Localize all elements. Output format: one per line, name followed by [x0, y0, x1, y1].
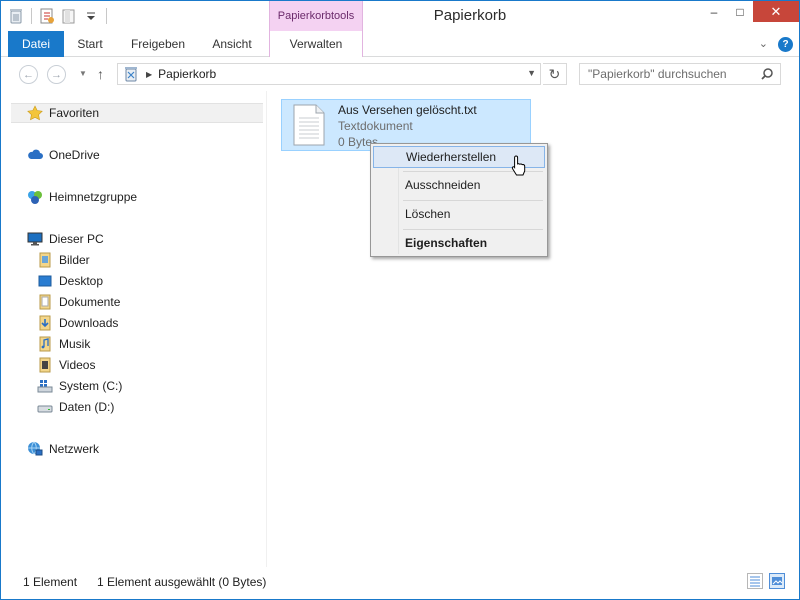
cloud-icon	[27, 147, 43, 163]
navigation-pane: Favoriten OneDrive Heimnetzgruppe Dieser…	[1, 91, 267, 567]
file-name: Aus Versehen gelöscht.txt	[338, 103, 477, 117]
status-bar: 1 Element 1 Element ausgewählt (0 Bytes)	[1, 567, 799, 599]
nav-this-pc[interactable]: Dieser PC	[27, 229, 104, 249]
refresh-button[interactable]: ↻	[543, 63, 567, 85]
selection-info: 1 Element ausgewählt (0 Bytes)	[97, 575, 267, 589]
nav-dokumente[interactable]: Dokumente	[37, 292, 120, 312]
network-icon	[27, 441, 43, 457]
tab-freigeben[interactable]: Freigeben	[119, 31, 197, 57]
nav-videos-label: Videos	[59, 358, 96, 372]
mouse-pointer-icon	[511, 155, 527, 177]
back-button[interactable]: ←	[19, 65, 38, 84]
expand-ribbon-icon[interactable]: ⌄	[759, 37, 768, 52]
close-button[interactable]: ✕	[753, 1, 799, 22]
menu-item-eigenschaften[interactable]: Eigenschaften	[373, 232, 545, 254]
breadcrumb-papierkorb[interactable]: Papierkorb	[158, 67, 216, 81]
title-bar: Papierkorbtools Papierkorb – □ ✕	[1, 1, 799, 31]
nav-network-label: Netzwerk	[49, 442, 100, 456]
nav-this-pc-label: Dieser PC	[49, 232, 104, 246]
tab-datei[interactable]: Datei	[8, 31, 64, 57]
nav-bilder-label: Bilder	[59, 253, 90, 267]
star-icon	[27, 105, 43, 121]
search-icon[interactable]	[760, 67, 774, 81]
nav-bilder[interactable]: Bilder	[37, 250, 90, 270]
computer-icon	[27, 231, 43, 247]
tab-start[interactable]: Start	[64, 31, 116, 57]
menu-separator	[403, 229, 543, 230]
minimize-button[interactable]: –	[701, 1, 727, 22]
item-count: 1 Element	[23, 575, 78, 589]
ribbon-controls: ⌄ ?	[759, 37, 793, 52]
details-view-icon[interactable]	[747, 573, 763, 589]
drive-icon	[37, 399, 53, 415]
search-input[interactable]: "Papierkorb" durchsuchen	[579, 63, 781, 85]
recycle-bin-icon	[122, 66, 140, 82]
up-arrow-icon[interactable]: ↑	[97, 66, 104, 82]
nav-system-c-label: System (C:)	[59, 379, 123, 393]
window-title: Papierkorb	[433, 7, 507, 24]
text-document-icon	[292, 104, 326, 146]
window-controls: – □ ✕	[701, 1, 799, 22]
nav-downloads-label: Downloads	[59, 316, 119, 330]
nav-daten-d-label: Daten (D:)	[59, 400, 115, 414]
file-type: Textdokument	[338, 119, 413, 133]
nav-daten-d[interactable]: Daten (D:)	[37, 397, 114, 417]
music-folder-icon	[37, 336, 53, 352]
homegroup-icon	[27, 189, 43, 205]
address-row: ← → ▼ ↑ ▶ Papierkorb ▼ ↻ "Papierkorb" du…	[1, 57, 799, 91]
nav-downloads[interactable]: Downloads	[37, 313, 118, 333]
nav-homegroup-label: Heimnetzgruppe	[49, 190, 138, 204]
breadcrumb-chevron-icon[interactable]: ▶	[146, 70, 152, 79]
nav-musik[interactable]: Musik	[37, 334, 90, 354]
nav-system-c[interactable]: System (C:)	[37, 376, 122, 396]
nav-onedrive[interactable]: OneDrive	[27, 145, 100, 165]
address-dropdown-icon[interactable]: ▼	[527, 68, 536, 78]
menu-item-ausschneiden[interactable]: Ausschneiden	[373, 174, 545, 196]
nav-favorites[interactable]: Favoriten	[11, 103, 263, 123]
documents-folder-icon	[37, 294, 53, 310]
system-drive-icon	[37, 378, 53, 394]
desktop-folder-icon	[37, 273, 53, 289]
nav-network[interactable]: Netzwerk	[27, 439, 99, 459]
nav-favorites-label: Favoriten	[49, 106, 100, 120]
help-icon[interactable]: ?	[778, 37, 793, 52]
nav-desktop-label: Desktop	[59, 274, 104, 288]
videos-folder-icon	[37, 357, 53, 373]
tab-verwalten[interactable]: Verwalten	[269, 31, 363, 57]
menu-item-loeschen[interactable]: Löschen	[373, 203, 545, 225]
nav-musik-label: Musik	[59, 337, 91, 351]
menu-separator	[403, 200, 543, 201]
pictures-folder-icon	[37, 252, 53, 268]
recent-locations-icon[interactable]: ▼	[79, 69, 87, 78]
view-toggle	[747, 573, 785, 589]
search-placeholder: "Papierkorb" durchsuchen	[588, 67, 727, 81]
forward-button[interactable]: →	[47, 65, 66, 84]
address-bar[interactable]: ▶ Papierkorb ▼	[117, 63, 541, 85]
nav-onedrive-label: OneDrive	[49, 148, 100, 162]
maximize-button[interactable]: □	[727, 1, 753, 22]
explorer-window: Papierkorbtools Papierkorb – □ ✕ Datei S…	[0, 0, 800, 600]
nav-homegroup[interactable]: Heimnetzgruppe	[27, 187, 137, 207]
ribbon-tabs: Datei Start Freigeben Ansicht Verwalten …	[1, 31, 799, 57]
downloads-folder-icon	[37, 315, 53, 331]
nav-dokumente-label: Dokumente	[59, 295, 121, 309]
tab-ansicht[interactable]: Ansicht	[201, 31, 263, 57]
nav-videos[interactable]: Videos	[37, 355, 95, 375]
large-icons-view-icon[interactable]	[769, 573, 785, 589]
nav-desktop[interactable]: Desktop	[37, 271, 103, 291]
